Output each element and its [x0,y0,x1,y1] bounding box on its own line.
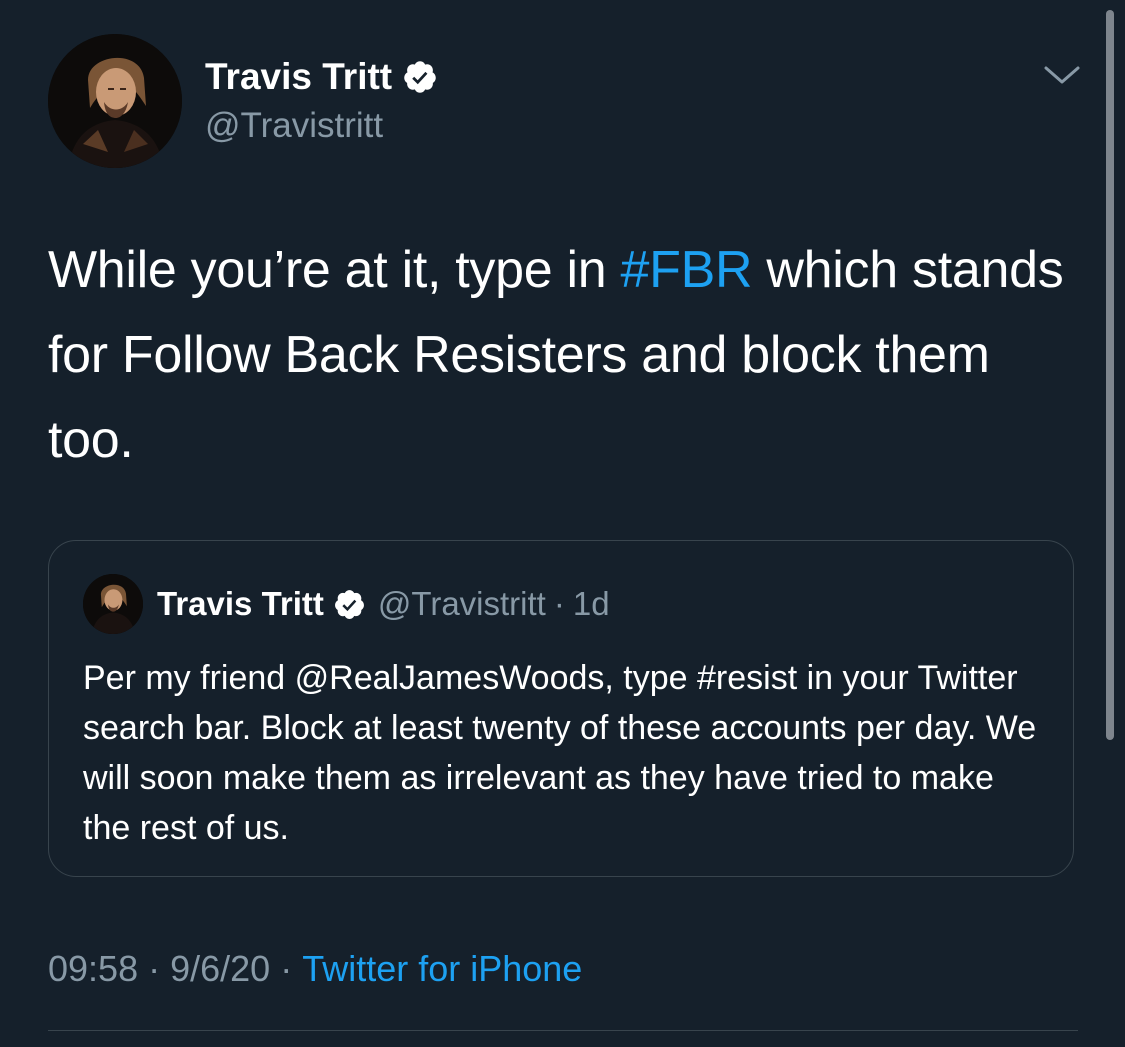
quoted-author-handle: @Travistritt [377,585,546,622]
hashtag-link[interactable]: #FBR [621,241,753,299]
author-name[interactable]: Travis Tritt [205,56,392,98]
tweet-time: 09:58 [48,948,139,989]
tweet-metadata: 09:58 · 9/6/20 · Twitter for iPhone [48,948,582,990]
tweet-source-link[interactable]: Twitter for iPhone [302,948,582,989]
separator-dot: · [148,948,161,989]
scrollbar[interactable] [1106,10,1114,740]
quoted-author-avatar[interactable] [83,574,143,634]
tweet-date: 9/6/20 [170,948,271,989]
quoted-tweet-age: 1d [572,585,610,622]
verified-badge-icon [402,59,438,95]
tweet-detail-view: Travis Tritt @Travistritt While you’re a… [0,0,1125,1047]
author-avatar[interactable] [48,34,182,168]
quoted-tweet-card[interactable]: Travis Tritt @Travistritt · 1d Per my fr… [48,540,1074,877]
quoted-author-name: Travis Tritt [157,585,324,622]
quoted-tweet-header: Travis Tritt @Travistritt · 1d [157,585,610,623]
quoted-tweet-text: Per my friend @RealJamesWoods, type #res… [83,659,1037,847]
avatar-image [48,34,182,168]
separator-dot: · [553,585,565,622]
divider [48,1030,1078,1031]
avatar-image [83,574,143,634]
verified-badge-icon [333,588,366,621]
tweet-text: While you’re at it, type in #FBR which s… [48,228,1088,483]
chevron-down-icon[interactable] [1042,60,1082,90]
author-handle[interactable]: @Travistritt [205,106,383,146]
author-name-row[interactable]: Travis Tritt [205,56,438,98]
tweet-text-before: While you’re at it, type in [48,241,621,299]
separator-dot: · [280,948,293,989]
